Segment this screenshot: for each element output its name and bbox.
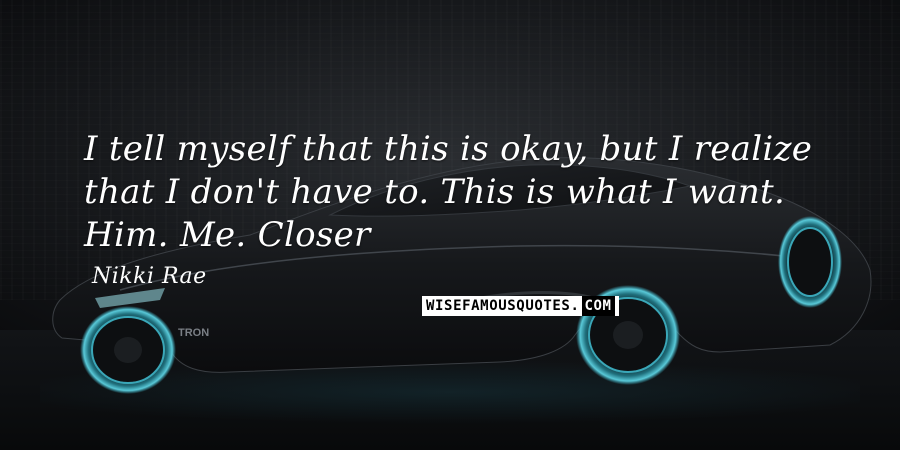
watermark-dot: . — [570, 298, 580, 314]
car-badge: TRON — [178, 327, 209, 339]
site-watermark: WISEFAMOUSQUOTES. COM — [422, 296, 619, 316]
quote-author: Nikki Rae — [92, 264, 207, 289]
watermark-suffix: COM — [581, 296, 615, 316]
front-wheel — [80, 306, 176, 394]
watermark-main: WISEFAMOUSQUOTES — [426, 296, 571, 316]
quote-image: TRON I tell myself that this is okay, bu… — [0, 0, 900, 450]
quote-text: I tell myself that this is okay, but I r… — [84, 129, 813, 255]
